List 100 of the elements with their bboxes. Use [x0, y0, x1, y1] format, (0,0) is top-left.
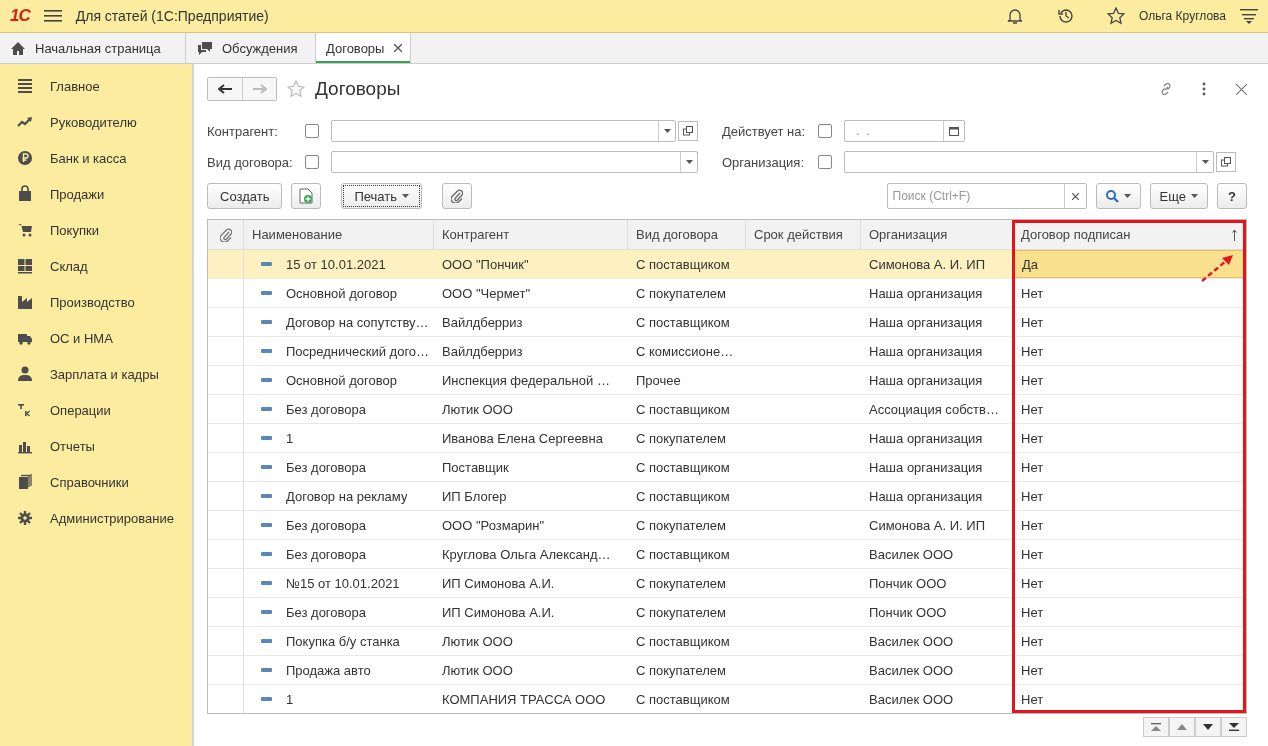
help-button[interactable]: ?: [1217, 183, 1247, 209]
table-cell-text: Без договора: [286, 603, 366, 622]
sidebar-item[interactable]: Банк и касса: [0, 140, 192, 176]
sidebar-item[interactable]: Руководителю: [0, 104, 192, 140]
link-icon[interactable]: [1158, 81, 1174, 97]
date-field[interactable]: . .: [844, 120, 965, 142]
sidebar-item[interactable]: ОС и НМА: [0, 320, 192, 356]
filter-checkbox[interactable]: [818, 124, 832, 138]
sidebar-item[interactable]: Справочники: [0, 464, 192, 500]
page-down-button[interactable]: [1195, 717, 1221, 737]
table-row[interactable]: Без договора ООО "Розмарин" С покупателем Симонова А. И. ИП Нет: [208, 511, 1246, 540]
sidebar-item[interactable]: Операции: [0, 392, 192, 428]
table-cell-text: Василек ООО: [868, 661, 955, 680]
menu-dropdown-icon[interactable]: [1240, 7, 1258, 25]
filter-checkbox[interactable]: [818, 155, 832, 169]
table-row[interactable]: Договор на сопутству… Вайлдберриз С поставщиком Наша организация Нет: [208, 308, 1246, 337]
sidebar-item[interactable]: Покупки: [0, 212, 192, 248]
sidebar-item[interactable]: Производство: [0, 284, 192, 320]
table-row[interactable]: 15 от 10.01.2021 ООО "Пончик" С поставщиком Симонова А. И. ИП Да: [208, 250, 1246, 279]
history-icon[interactable]: [1057, 7, 1076, 25]
clear-icon[interactable]: [1072, 192, 1080, 200]
table-row[interactable]: Основной договор Инспекция федеральной … Прочее Наша организация Нет: [208, 366, 1246, 395]
last-icon: [1229, 723, 1239, 731]
gear-icon: [17, 509, 33, 527]
sidebar-item[interactable]: Продажи: [0, 176, 192, 212]
table-cell-text: ООО "Розмарин": [441, 516, 546, 535]
filter-checkbox[interactable]: [305, 155, 319, 169]
table-row[interactable]: Покупка б/у станка Лютик ООО С поставщиком Василек ООО Нет: [208, 627, 1246, 656]
table-row[interactable]: Без договора Круглова Ольга Александ… С поставщиком Василек ООО Нет: [208, 540, 1246, 569]
table-cell-text: С покупателем: [635, 603, 727, 622]
table-cell-text: С покупателем: [635, 574, 727, 593]
sidebar-item[interactable]: Главное: [0, 68, 192, 104]
table-cell-text: Вайлдберриз: [441, 342, 524, 361]
table-row[interactable]: 1 КОМПАНИЯ ТРАССА ООО С поставщиком Василек ООО Нет: [208, 685, 1246, 713]
sidebar-item[interactable]: Склад: [0, 248, 192, 284]
more-icon[interactable]: [1202, 82, 1206, 96]
item-icon: [261, 610, 272, 614]
table-row[interactable]: Договор на рекламу ИП Блогер С поставщиком Наша организация Нет: [208, 482, 1246, 511]
table-cell-text: С поставщиком: [635, 458, 731, 477]
close-icon[interactable]: [1236, 83, 1247, 95]
create-button[interactable]: Создать: [207, 183, 283, 209]
dropdown-icon: [1191, 194, 1198, 198]
star-icon[interactable]: [1107, 7, 1126, 25]
column-header[interactable]: Наименование: [244, 220, 434, 250]
attach-button[interactable]: [442, 183, 472, 209]
item-icon: [261, 349, 272, 353]
calendar-icon: [949, 126, 959, 136]
column-header[interactable]: Организация: [861, 220, 1013, 250]
table-row[interactable]: Посреднический дого… Вайлдберриз С комиссионе… Наша организация Нет: [208, 337, 1246, 366]
form-title: Договоры: [315, 78, 401, 100]
table-row[interactable]: Без договора Лютик ООО С поставщиком Ассоциация собств… Нет: [208, 395, 1246, 424]
factory-icon: [17, 293, 33, 311]
table-cell-text: Симонова А. И. ИП: [868, 516, 986, 535]
down-icon: [1203, 724, 1213, 730]
table-cell-text: Без договора: [286, 400, 366, 419]
sidebar-item[interactable]: Администрирование: [0, 500, 192, 536]
item-icon: [261, 639, 272, 643]
sidebar-item[interactable]: Отчеты: [0, 428, 192, 464]
table-cell-text: 1: [286, 690, 294, 709]
menu-icon: [17, 77, 33, 95]
tab[interactable]: Договоры: [316, 33, 412, 63]
column-header[interactable]: Срок действия: [746, 220, 861, 250]
select-field[interactable]: [844, 151, 1214, 173]
star-icon[interactable]: [287, 80, 305, 98]
table-cell-text: ИП Блогер: [441, 487, 508, 506]
more-button[interactable]: Еще: [1149, 183, 1208, 209]
last-page-button[interactable]: [1221, 717, 1247, 737]
column-header[interactable]: Контрагент: [434, 220, 628, 250]
table-cell-text: С поставщиком: [635, 400, 731, 419]
item-icon: [261, 581, 272, 585]
table-row[interactable]: Без договора ИП Симонова А.И. С покупателем Пончик ООО Нет: [208, 598, 1246, 627]
table-row[interactable]: Основной договор ООО "Чермет" С покупателем Наша организация Нет: [208, 279, 1246, 308]
table-row[interactable]: Продажа авто Лютик ООО С покупателем Василек ООО Нет: [208, 656, 1246, 685]
close-icon[interactable]: [394, 44, 403, 52]
column-header[interactable]: Вид договора: [628, 220, 746, 250]
sidebar-item[interactable]: Зарплата и кадры: [0, 356, 192, 392]
user-name[interactable]: Ольга Круглова: [1139, 9, 1226, 23]
table-cell-text: Покупка б/у станка: [286, 632, 400, 651]
select-field[interactable]: [331, 151, 698, 173]
table-cell-text: Основной договор: [286, 284, 397, 303]
search-button[interactable]: [1095, 183, 1141, 209]
first-page-button[interactable]: [1143, 717, 1169, 737]
add-document-icon: [299, 188, 314, 204]
filter-checkbox[interactable]: [305, 124, 319, 138]
table-cell-text: №15 от 10.01.2021: [286, 574, 400, 593]
back-button[interactable]: [208, 78, 242, 100]
bell-icon[interactable]: [1007, 7, 1024, 25]
table-row[interactable]: №15 от 10.01.2021 ИП Симонова А.И. С покупателем Пончик ООО Нет: [208, 569, 1246, 598]
table-row[interactable]: 1 Иванова Елена Сергеевна С покупателем Наша организация Нет: [208, 424, 1246, 453]
table-cell-text: С поставщиком: [635, 255, 731, 274]
search-field[interactable]: Поиск (Ctrl+F): [886, 183, 1087, 209]
table-cell-text: С поставщиком: [635, 545, 731, 564]
table-cell-text: С покупателем: [635, 516, 727, 535]
table-cell-text: Инспекция федеральной …: [441, 371, 611, 390]
table-cell-text: ООО "Пончик": [441, 255, 530, 274]
print-button[interactable]: Печать: [341, 183, 422, 209]
table-row[interactable]: Без договора Поставщик С поставщиком Наша организация Нет: [208, 453, 1246, 482]
open-icon: [683, 126, 693, 136]
select-field[interactable]: [331, 120, 676, 142]
menu-icon[interactable]: [43, 9, 62, 23]
